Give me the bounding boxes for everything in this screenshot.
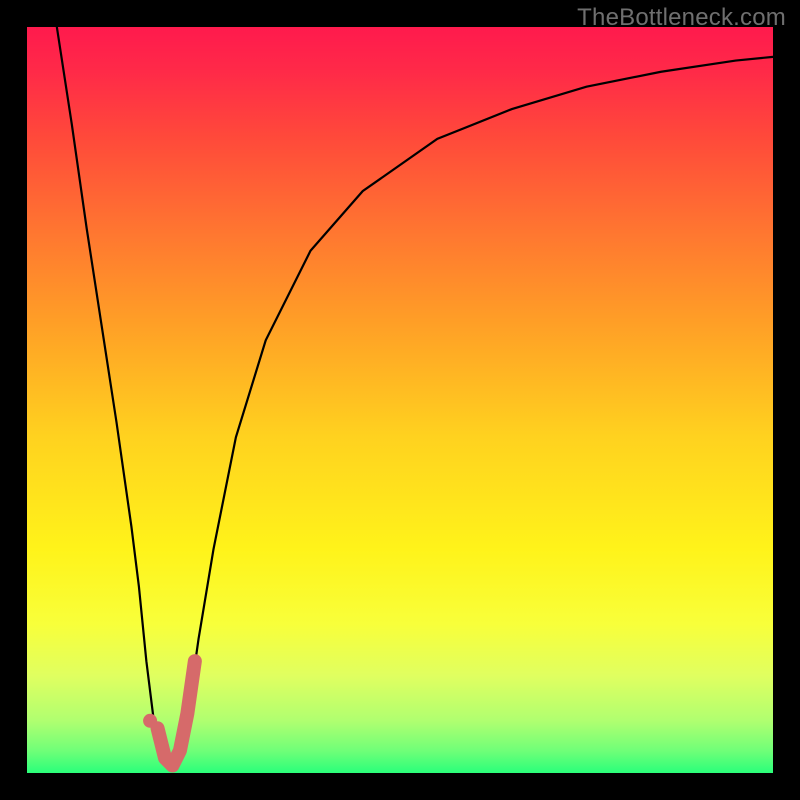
watermark-text: TheBottleneck.com bbox=[577, 4, 786, 32]
chart-canvas bbox=[27, 27, 773, 773]
outer-frame: TheBottleneck.com bbox=[0, 0, 800, 800]
plot-area bbox=[27, 27, 773, 773]
gradient-background bbox=[27, 27, 773, 773]
marker-dot bbox=[143, 714, 157, 728]
